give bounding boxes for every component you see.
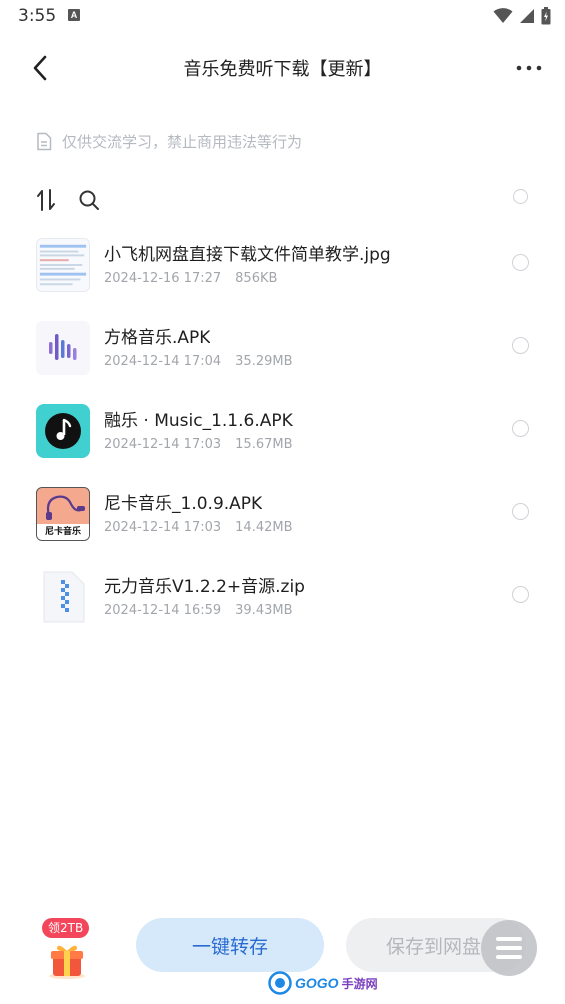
soundwave-app-icon	[36, 321, 90, 375]
wifi-icon	[493, 8, 513, 23]
select-all-checkbox[interactable]	[513, 189, 528, 204]
music-note-icon	[45, 413, 81, 449]
file-select-checkbox[interactable]	[512, 337, 529, 354]
file-name: 小飞机网盘直接下载文件简单教学.jpg	[104, 245, 391, 265]
watermark: GOGO 手游网	[268, 970, 378, 996]
file-size: 856KB	[235, 271, 278, 286]
nika-app-label: 尼卡音乐	[37, 524, 89, 540]
one-click-transfer-button[interactable]: 一键转存	[136, 918, 324, 972]
status-icons	[493, 6, 551, 26]
file-row[interactable]: 元力音乐V1.2.2+音源.zip 2024-12-14 16:59 39.43…	[0, 560, 565, 643]
floating-menu-button[interactable]	[481, 920, 537, 976]
menu-line	[496, 937, 522, 941]
zip-file-icon	[36, 570, 90, 624]
notice-text: 仅供交流学习，禁止商用违法等行为	[62, 132, 303, 151]
file-size: 35.29MB	[235, 354, 293, 369]
image-preview	[37, 239, 89, 291]
app-header: 音乐免费听下载【更新】	[0, 40, 565, 96]
file-size: 39.43MB	[235, 603, 293, 618]
file-date: 2024-12-14 17:03	[104, 520, 222, 535]
sort-icon[interactable]	[36, 188, 56, 212]
status-time: 3:55	[18, 6, 57, 26]
battery-icon	[541, 7, 551, 25]
file-row[interactable]: 方格音乐.APK 2024-12-14 17:04 35.29MB	[0, 311, 565, 394]
notice-banner: 仅供交流学习，禁止商用违法等行为	[36, 128, 302, 154]
file-select-checkbox[interactable]	[512, 503, 529, 520]
zip-archive-icon	[43, 571, 85, 623]
file-size: 14.42MB	[235, 520, 293, 535]
headphone-cable-icon	[46, 495, 85, 520]
page-title: 音乐免费听下载【更新】	[183, 59, 382, 80]
file-name: 尼卡音乐_1.0.9.APK	[104, 494, 263, 514]
soundwave-icon	[49, 334, 77, 360]
bottom-action-bar: 领2TB 一键转存 保存到网盘 GOGO 手游网	[0, 906, 565, 1004]
file-size: 15.67MB	[235, 437, 293, 452]
file-row[interactable]: 融乐 · Music_1.1.6.APK 2024-12-14 17:03 15…	[0, 394, 565, 477]
file-meta: 2024-12-14 16:59 39.43MB	[104, 603, 293, 618]
file-select-checkbox[interactable]	[512, 420, 529, 437]
file-row[interactable]: 尼卡音乐 尼卡音乐_1.0.9.APK 2024-12-14 17:03 14.…	[0, 477, 565, 560]
cell-signal-icon	[520, 9, 534, 23]
file-select-checkbox[interactable]	[512, 586, 529, 603]
menu-line	[496, 955, 522, 959]
search-icon[interactable]	[78, 189, 100, 211]
file-date: 2024-12-16 17:27	[104, 271, 222, 286]
file-list: 小飞机网盘直接下载文件简单教学.jpg 2024-12-16 17:27 856…	[0, 228, 565, 643]
file-name: 方格音乐.APK	[104, 328, 211, 348]
file-meta: 2024-12-14 17:03 15.67MB	[104, 437, 293, 452]
more-button[interactable]	[511, 50, 547, 86]
notification-icon: A	[68, 9, 80, 21]
file-row[interactable]: 小飞机网盘直接下载文件简单教学.jpg 2024-12-16 17:27 856…	[0, 228, 565, 311]
file-meta: 2024-12-14 17:04 35.29MB	[104, 354, 293, 369]
gift-icon[interactable]	[44, 940, 90, 980]
reward-badge[interactable]: 领2TB	[42, 918, 90, 938]
document-icon	[37, 132, 52, 150]
watermark-suffix: 手游网	[341, 976, 378, 991]
file-select-checkbox[interactable]	[512, 254, 529, 271]
file-name: 元力音乐V1.2.2+音源.zip	[104, 577, 305, 597]
file-date: 2024-12-14 17:04	[104, 354, 222, 369]
more-horizontal-icon	[516, 65, 542, 71]
nika-music-app-icon: 尼卡音乐	[36, 487, 90, 541]
list-toolbar	[36, 186, 530, 214]
file-name: 融乐 · Music_1.1.6.APK	[104, 411, 293, 431]
status-bar: 3:55 A	[0, 0, 565, 32]
image-thumbnail	[36, 238, 90, 292]
file-date: 2024-12-14 16:59	[104, 603, 222, 618]
menu-line	[496, 946, 522, 950]
file-meta: 2024-12-16 17:27 856KB	[104, 271, 277, 286]
music-note-app-icon	[36, 404, 90, 458]
file-date: 2024-12-14 17:03	[104, 437, 222, 452]
watermark-brand: GOGO	[295, 975, 339, 991]
file-meta: 2024-12-14 17:03 14.42MB	[104, 520, 293, 535]
watermark-logo-icon	[268, 971, 292, 995]
